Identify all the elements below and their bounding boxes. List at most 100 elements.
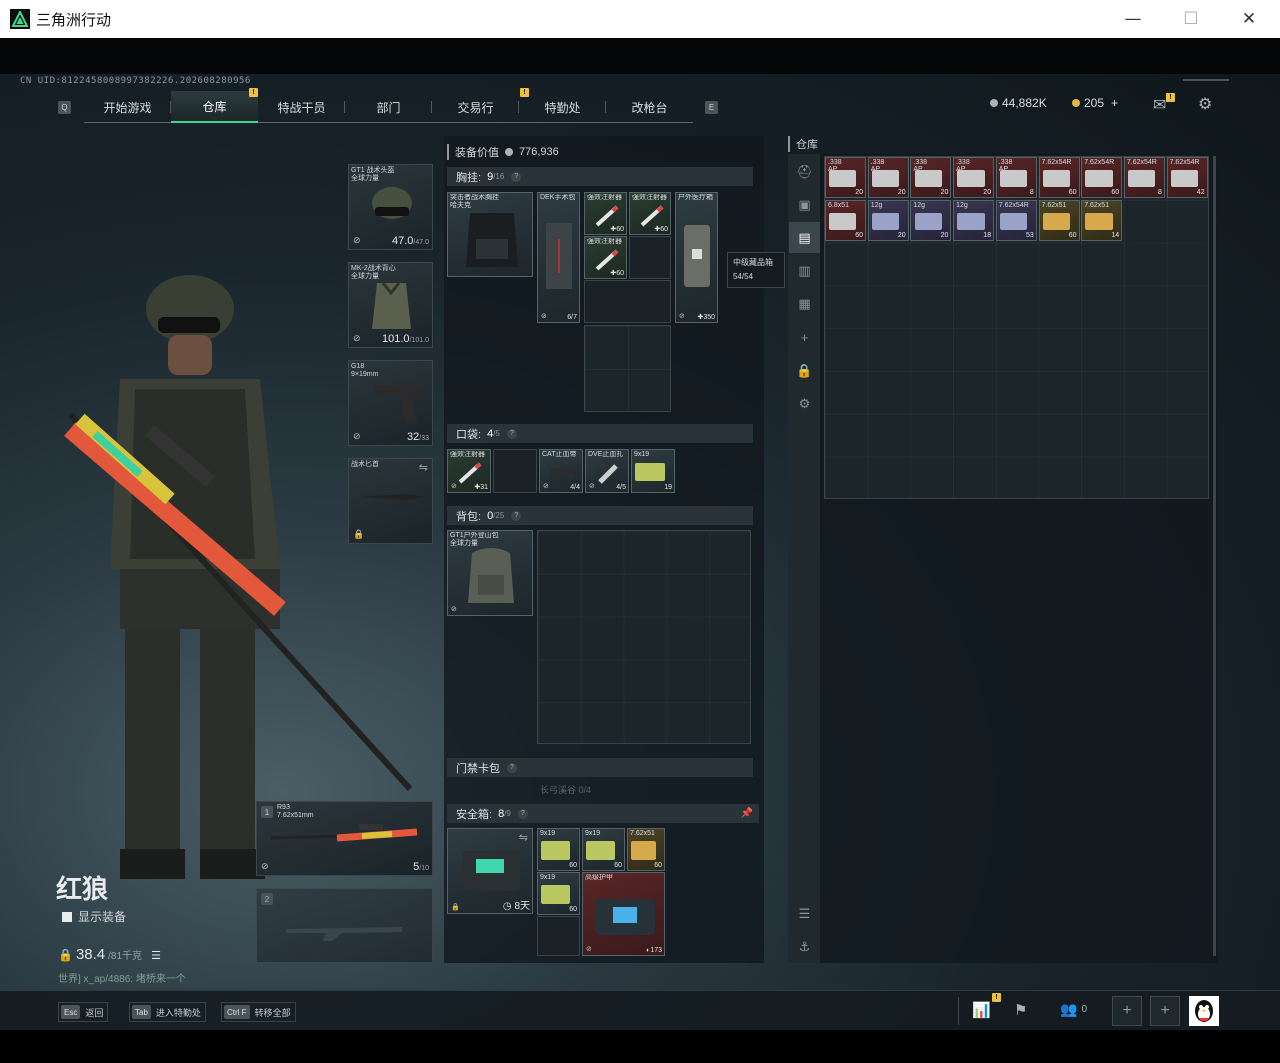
safebox-ammo[interactable]: 9x19 60	[537, 872, 580, 915]
maximize-button[interactable]: ☐	[1162, 0, 1220, 38]
pocket-item-ammo[interactable]: 9x19 19	[631, 449, 675, 493]
warehouse-item[interactable]: 12g 18	[953, 200, 995, 241]
lock-tab-icon[interactable]: 🔒	[789, 355, 820, 386]
ammo-box-icon	[957, 169, 985, 188]
hint-back[interactable]: Esc 返回	[58, 1002, 109, 1022]
warehouse-tab-ammo-icon[interactable]: ▥	[789, 255, 820, 286]
empty-slot[interactable]	[629, 236, 671, 279]
pin-icon[interactable]: 📌	[741, 808, 753, 819]
safebox-armor[interactable]: 高级护甲 ⊘ ◐173	[582, 872, 665, 956]
chest-item-medical-box[interactable]: 户外医疗箱 ⊘ ✚350	[675, 192, 718, 323]
friends-button[interactable]: 👥 0	[1060, 1001, 1087, 1018]
pocket-item-tourniquet[interactable]: CAT止血带 ⊘ 4/4	[539, 449, 583, 493]
warehouse-item[interactable]: .338AP20	[953, 157, 995, 198]
empty-slot[interactable]	[584, 280, 671, 323]
settings-tab-icon[interactable]: ⚙	[789, 388, 820, 419]
chest-item-injector[interactable]: 强效注射器 ✚60	[584, 192, 627, 235]
melee-slot[interactable]: 战术匕首 ⇋ 🔒	[348, 458, 433, 544]
safebox-item[interactable]: ⇋ 🔒 ◷ 8天	[447, 828, 533, 914]
nav-next-key[interactable]: E	[705, 101, 718, 114]
hint-transfer-all[interactable]: Ctrl F 转移全部	[221, 1002, 296, 1022]
add-party-slot-button[interactable]: +	[1150, 996, 1180, 1026]
helmet-slot[interactable]: GT1 战术头盔 全球力量 ⊘ 47.0/47.0	[348, 164, 433, 250]
empty-pocket-slot[interactable]	[493, 449, 537, 493]
empty-grid[interactable]	[584, 325, 671, 412]
swap-icon[interactable]: ⇋	[519, 831, 528, 844]
tab-operators[interactable]: 特战干员!	[249, 88, 345, 123]
warehouse-item[interactable]: 7.62x54R 8	[1123, 157, 1165, 198]
tab-department[interactable]: 部门	[345, 91, 432, 123]
add-tab-icon[interactable]: +	[789, 322, 820, 353]
help-icon[interactable]: ?	[511, 171, 522, 182]
mail-icon[interactable]: ✉	[1153, 95, 1166, 115]
pocket-item-bandage[interactable]: DVE止血扎 ⊘ 4/5	[585, 449, 629, 493]
add-party-slot-button[interactable]: +	[1112, 996, 1142, 1026]
warehouse-item[interactable]: 6.8x51 60	[825, 200, 866, 241]
chest-rig-item[interactable]: 突击者战术胸挂 哈夫克	[447, 192, 533, 277]
warehouse-item[interactable]: 12g 20	[867, 200, 909, 241]
warehouse-tab-armor-icon[interactable]: ▣	[789, 189, 820, 220]
chest-item-injector[interactable]: 强效注射器 ✚60	[584, 236, 627, 279]
silver-currency[interactable]: 44,882K	[990, 96, 1047, 110]
help-icon[interactable]: ?	[506, 428, 517, 439]
secondary-weapon-slot[interactable]: 2	[256, 888, 433, 963]
warehouse-scrollbar[interactable]	[1213, 156, 1216, 956]
world-chat-line[interactable]: 世界] x_ap/4886: 堵桥来一个	[58, 970, 186, 985]
safebox-ammo[interactable]: 9x19 60	[537, 828, 580, 871]
help-icon[interactable]: ?	[511, 510, 522, 521]
hint-special-ops[interactable]: Tab 进入特勤处	[129, 1002, 206, 1022]
chest-item-injector[interactable]: 强效注射器 ✚60	[629, 192, 671, 235]
tab-warehouse[interactable]: 仓库	[171, 91, 258, 123]
armor-slot[interactable]: MK-2战术背心 全球力量 ⊘ 101.0/101.0	[348, 262, 433, 348]
tab-start-game[interactable]: 开始游戏	[84, 91, 171, 123]
swap-icon[interactable]: ⇋	[419, 461, 428, 474]
warehouse-item[interactable]: 7.62x54R 60	[1081, 157, 1123, 198]
pistol-slot[interactable]: G18 9×19mm ⊘ 32/33	[348, 360, 433, 446]
warehouse-item[interactable]: 7.62x54R 42	[1166, 157, 1208, 198]
warehouse-item[interactable]: .338AP8	[995, 157, 1037, 198]
backpack-grid[interactable]	[537, 530, 751, 744]
warehouse-item[interactable]: .338AP20	[825, 157, 866, 198]
show-gear-toggle[interactable]: 显示装备	[62, 908, 126, 925]
tab-trade[interactable]: 交易行	[432, 91, 519, 123]
warehouse-item[interactable]: 7.62x54R 53	[995, 200, 1037, 241]
ammo-max: /10	[419, 865, 429, 872]
warehouse-tab-helmet-icon[interactable]: ⛑	[789, 156, 820, 187]
safebox-ammo[interactable]: 7.62x51 60	[627, 828, 665, 871]
stack-layers-icon[interactable]: ☰	[789, 898, 820, 929]
warehouse-item[interactable]: .338AP20	[867, 157, 909, 198]
help-icon[interactable]: ?	[507, 762, 517, 773]
player-avatar[interactable]	[1189, 996, 1219, 1026]
warehouse-item[interactable]: 12g 20	[910, 200, 952, 241]
details-list-icon[interactable]: ☰	[151, 949, 161, 962]
checkbox[interactable]	[62, 911, 72, 922]
safebox-ammo[interactable]: 9x19 60	[582, 828, 625, 871]
warehouse-item[interactable]: 7.62x51 14	[1081, 200, 1123, 241]
warehouse-tab-active-icon[interactable]: ▤	[789, 222, 820, 253]
close-button[interactable]: ✕	[1220, 0, 1278, 38]
sort-anchor-icon[interactable]: ⚓	[789, 931, 820, 962]
unlock-icon: ⊘	[543, 483, 549, 490]
primary-weapon-slot[interactable]: 1 R93 7.62x51mm ⊘ 5/10	[256, 801, 433, 876]
nav-prev-key[interactable]: Q	[58, 101, 71, 114]
gold-currency[interactable]: 205 +	[1072, 96, 1118, 110]
chest-item-surgery-kit[interactable]: DEK手术包 ⊘ 6/7	[537, 192, 580, 323]
tab-gunsmith[interactable]: 改枪台	[606, 91, 693, 123]
minimize-button[interactable]: —	[1104, 0, 1162, 38]
slot-name: GT1 战术头盔	[351, 167, 395, 174]
item-name: 7.62x54R	[1084, 159, 1115, 166]
pocket-item-injector[interactable]: 强效注射器 ⊘ ✚31	[447, 449, 491, 493]
backpack-item[interactable]: GT1户外登山包 全球力量 ⊘	[447, 530, 533, 616]
tab-special-ops[interactable]: 特勤处!	[519, 88, 606, 123]
stats-chart-icon[interactable]: 📊	[972, 1001, 991, 1019]
warehouse-item[interactable]: 7.62x54R 60	[1038, 157, 1080, 198]
warehouse-item[interactable]: .338AP20	[910, 157, 952, 198]
warehouse-tab-misc-icon[interactable]: ▦	[789, 288, 820, 319]
empty-slot[interactable]	[537, 916, 580, 956]
settings-gear-icon[interactable]: ⚙	[1198, 94, 1212, 114]
flag-icon[interactable]: ⚑	[1014, 1001, 1027, 1019]
item-name: 7.62x54R	[1126, 159, 1157, 166]
warehouse-item[interactable]: 7.62x51 60	[1038, 200, 1080, 241]
keycard-header[interactable]: 门禁卡包?	[447, 758, 753, 777]
help-icon[interactable]: ?	[517, 808, 528, 819]
